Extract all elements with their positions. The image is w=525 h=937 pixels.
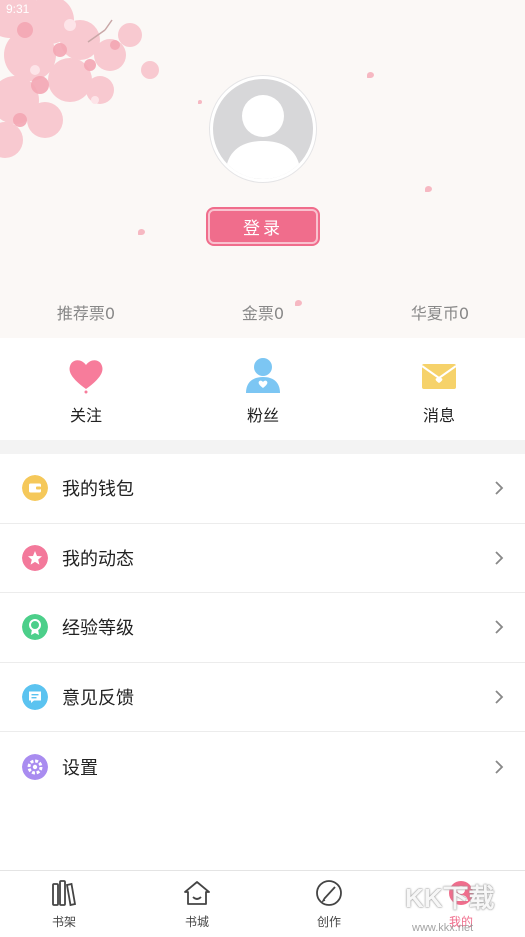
menu-item-level[interactable]: 经验等级 — [0, 593, 525, 663]
petal-decoration — [198, 100, 202, 104]
menu-item-wallet[interactable]: 我的钱包 — [0, 454, 525, 524]
message-button[interactable]: 消息 — [389, 356, 489, 426]
status-time: 9:31 — [6, 2, 30, 16]
section-divider — [0, 440, 525, 454]
menu-item-settings[interactable]: 设置 — [0, 732, 525, 802]
message-label: 消息 — [422, 406, 455, 425]
menu-label: 经验等级 — [62, 618, 134, 640]
watermark-url: www.kkx.net — [412, 922, 474, 934]
tab-bookstore[interactable]: 书城 — [157, 879, 237, 930]
create-icon — [316, 880, 342, 906]
tab-label: 创作 — [316, 915, 341, 929]
star-icon — [22, 544, 48, 571]
settings-icon — [22, 753, 48, 780]
menu-label: 设置 — [62, 757, 98, 779]
tab-create[interactable]: 创作 — [289, 879, 369, 930]
tab-label: 书城 — [184, 915, 209, 929]
watermark: KK下载 — [405, 883, 495, 913]
quick-actions: 关注 粉丝 消息 — [0, 338, 525, 440]
follow-button[interactable]: 关注 — [36, 356, 136, 426]
avatar[interactable] — [210, 76, 316, 182]
fans-button[interactable]: 粉丝 — [213, 356, 313, 426]
chevron-right-icon — [495, 760, 504, 774]
default-user-icon — [225, 95, 301, 179]
tab-label: 书架 — [51, 915, 76, 929]
petal-decoration — [367, 72, 374, 78]
menu-label: 意见反馈 — [62, 687, 134, 709]
menu-label: 我的钱包 — [62, 479, 134, 501]
petal-decoration — [425, 186, 432, 192]
gold-ticket-stat[interactable]: 金票0 — [193, 300, 333, 324]
follow-label: 关注 — [69, 406, 102, 425]
chevron-right-icon — [495, 620, 504, 634]
chevron-right-icon — [495, 690, 504, 704]
envelope-icon — [421, 364, 457, 389]
tab-bookshelf[interactable]: 书架 — [24, 879, 104, 930]
medal-icon — [22, 614, 48, 641]
login-button[interactable]: 登录 — [208, 209, 318, 244]
stats-row: 推荐票0 金票0 华夏币0 — [0, 300, 525, 326]
menu-item-activity[interactable]: 我的动态 — [0, 523, 525, 593]
menu-label: 我的动态 — [62, 548, 134, 570]
fans-icon — [246, 358, 280, 393]
heart-icon — [69, 360, 103, 394]
menu-list: 我的钱包 我的动态 经验等级 意见反馈 设置 — [0, 454, 525, 802]
recommend-ticket-stat[interactable]: 推荐票0 — [16, 300, 156, 324]
store-icon — [184, 881, 210, 905]
menu-item-feedback[interactable]: 意见反馈 — [0, 662, 525, 732]
chevron-right-icon — [495, 551, 504, 565]
bookshelf-icon — [52, 880, 77, 907]
cherry-blossom-decoration — [0, 0, 159, 158]
chevron-right-icon — [495, 481, 504, 495]
wallet-icon — [22, 475, 48, 502]
huaxia-coin-stat[interactable]: 华夏币0 — [370, 300, 510, 324]
petal-decoration — [138, 229, 145, 235]
fans-label: 粉丝 — [246, 406, 279, 425]
profile-header: 9:31 登录 推荐票0 金票0 华夏币0 — [0, 0, 525, 338]
feedback-icon — [22, 683, 48, 710]
